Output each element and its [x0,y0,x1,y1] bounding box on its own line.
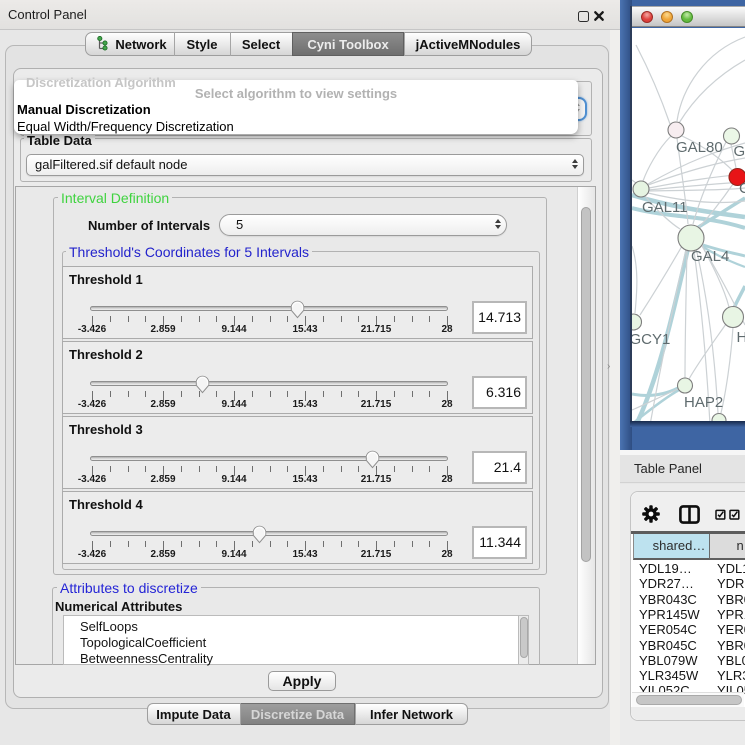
svg-text:GA: GA [734,143,745,160]
svg-text:GAL80: GAL80 [676,139,723,156]
svg-text:GAL11: GAL11 [642,199,688,216]
svg-text:HAP2: HAP2 [684,394,723,411]
svg-text:H: H [737,329,745,346]
svg-text:GAL4: GAL4 [691,248,729,265]
svg-text:C: C [739,180,745,197]
svg-text:GCY1: GCY1 [632,331,670,348]
